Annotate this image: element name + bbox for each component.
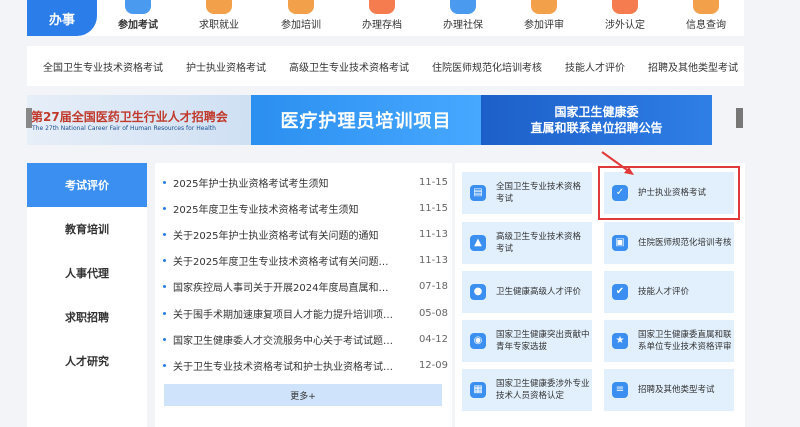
medal-icon: ● <box>470 284 486 300</box>
service-card-resident-training[interactable]: ▣ 住院医师规范化培训考核 <box>604 222 734 264</box>
service-card-skill-talent[interactable]: ✔ 技能人才评价 <box>604 271 734 313</box>
bullet-icon <box>163 363 166 367</box>
clipboard-check-icon: ✓ <box>612 185 628 201</box>
bullet-icon <box>163 232 166 236</box>
news-item[interactable]: 关于2025年护士执业资格考试有关问题的通知 11-13 <box>163 221 448 247</box>
bullet-icon <box>163 258 166 262</box>
nav-item-exam[interactable]: 参加考试 <box>108 0 168 36</box>
tab-exam-evaluation[interactable]: 考试评价 <box>27 163 147 207</box>
news-item[interactable]: 国家疾控局人事司关于开展2024年度局直属和联系... 07-18 <box>163 273 448 299</box>
insurance-icon <box>450 0 476 14</box>
service-card-national-tech-exam[interactable]: ▤ 全国卫生专业技术资格考试 <box>462 172 592 214</box>
category-bar: 全国卫生专业技术资格考试 护士执业资格考试 高级卫生专业技术资格考试 住院医师规… <box>27 46 744 86</box>
banner-panel-recruitment[interactable]: 国家卫生健康委 直属和联系单位招聘公告 <box>481 95 712 145</box>
document-icon: ▤ <box>470 185 486 201</box>
news-item[interactable]: 关于围手术期加速康复项目人才能力提升培训项目... 05-08 <box>163 300 448 326</box>
exam-icon <box>125 0 151 14</box>
bullet-icon <box>163 206 166 210</box>
person-card-icon: ◉ <box>470 333 486 349</box>
carousel-next-button[interactable] <box>736 108 743 128</box>
service-card-foreign-recognition[interactable]: ▦ 国家卫生健康委涉外专业技术人员资格认定 <box>462 369 592 411</box>
bullet-icon <box>163 311 166 315</box>
tab-recruitment[interactable]: 求职招聘 <box>27 295 147 339</box>
nav-item-review[interactable]: 参加评审 <box>514 0 574 36</box>
category-link[interactable]: 招聘及其他类型考试 <box>648 59 738 74</box>
more-button[interactable]: 更多+ <box>164 384 442 406</box>
nav-item-training[interactable]: 参加培训 <box>271 0 331 36</box>
news-item[interactable]: 2025年度卫生专业技术资格考试考生须知 11-15 <box>163 195 448 221</box>
review-icon <box>531 0 557 14</box>
category-link[interactable]: 住院医师规范化培训考核 <box>432 59 542 74</box>
category-link[interactable]: 全国卫生专业技术资格考试 <box>43 59 163 74</box>
nav-item-foreign[interactable]: 涉外认定 <box>595 0 655 36</box>
service-card-young-experts[interactable]: ◉ 国家卫生健康突出贡献中青年专家选拔 <box>462 320 592 362</box>
tab-education[interactable]: 教育培训 <box>27 207 147 251</box>
search-icon <box>693 0 719 14</box>
id-card-icon: ▣ <box>612 235 628 251</box>
nav-item-job[interactable]: 求职就业 <box>189 0 249 36</box>
check-circle-icon: ✔ <box>612 284 628 300</box>
news-item[interactable]: 关于卫生专业技术资格考试和护士执业资格考试的... 12-09 <box>163 352 448 378</box>
section-title: 办事 <box>27 0 97 36</box>
services-grid: ▤ 全国卫生专业技术资格考试 ✓ 护士执业资格考试 ▲ 高级卫生专业技术资格考试 ▣ 住… <box>455 163 745 427</box>
service-card-affiliated-review[interactable]: ★ 国家卫生健康委直属和联系单位专业技术资格评审 <box>604 320 734 362</box>
banner-carousel[interactable]: 第27届全国医药卫生行业人才招聘会 The 27th National Care… <box>27 95 712 145</box>
annotation-arrow-icon <box>601 151 634 175</box>
bullet-icon <box>163 337 166 341</box>
service-card-senior-tech-exam[interactable]: ▲ 高级卫生专业技术资格考试 <box>462 222 592 264</box>
nav-item-insurance[interactable]: 办理社保 <box>433 0 493 36</box>
news-list: 2025年护士执业资格考试考生须知 11-15 2025年度卫生专业技术资格考试考… <box>155 163 452 427</box>
list-icon: ≡ <box>612 382 628 398</box>
nav-item-query[interactable]: 信息查询 <box>676 0 736 36</box>
briefcase-icon <box>206 0 232 14</box>
bullet-icon <box>163 284 166 288</box>
banner-panel-job-fair[interactable]: 第27届全国医药卫生行业人才招聘会 The 27th National Care… <box>27 95 251 145</box>
nav-item-archive[interactable]: 办理存档 <box>352 0 412 36</box>
side-tabs: 考试评价 教育培训 人事代理 求职招聘 人才研究 <box>27 163 147 427</box>
category-link[interactable]: 技能人才评价 <box>565 59 625 74</box>
tab-personnel-agency[interactable]: 人事代理 <box>27 251 147 295</box>
service-card-recruitment-other[interactable]: ≡ 招聘及其他类型考试 <box>604 369 734 411</box>
page: 办事 参加考试 求职就业 参加培训 办理存档 办理社保 参加评审 涉外认定 信息… <box>0 0 800 427</box>
certificate-icon: ▦ <box>470 382 486 398</box>
award-icon: ★ <box>612 333 628 349</box>
training-icon <box>288 0 314 14</box>
news-item[interactable]: 国家卫生健康委人才交流服务中心关于考试试题版... 04-12 <box>163 326 448 352</box>
bullet-icon <box>163 180 166 184</box>
news-item[interactable]: 2025年护士执业资格考试考生须知 11-15 <box>163 169 448 195</box>
service-card-senior-talent[interactable]: ● 卫生健康高级人才评价 <box>462 271 592 313</box>
graduation-cap-icon: ▲ <box>470 235 486 251</box>
carousel-prev-button[interactable] <box>26 108 32 128</box>
banner-panel-nursing[interactable]: 医疗护理员培训项目 <box>251 95 481 145</box>
news-item[interactable]: 关于2025年度卫生专业技术资格考试有关问题的通... 11-13 <box>163 247 448 273</box>
tab-talent-research[interactable]: 人才研究 <box>27 339 147 383</box>
archive-icon <box>369 0 395 14</box>
globe-icon <box>612 0 638 14</box>
category-link[interactable]: 护士执业资格考试 <box>186 59 266 74</box>
category-link[interactable]: 高级卫生专业技术资格考试 <box>289 59 409 74</box>
